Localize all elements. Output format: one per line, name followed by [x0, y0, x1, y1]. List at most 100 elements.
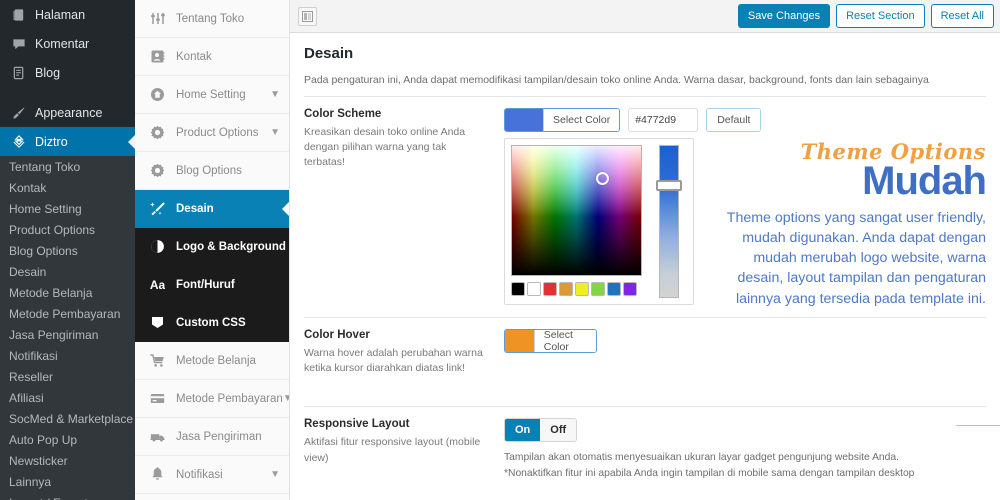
- theme-menu-item-kontak[interactable]: Kontak: [135, 38, 289, 76]
- field-title: Color Scheme: [304, 108, 382, 120]
- field-color-hover: Color Hover Warna hover adalah perubahan…: [290, 318, 1000, 376]
- main-panel: Save Changes Reset Section Reset All Des…: [290, 0, 1000, 500]
- wp-submenu-item-tentang-toko[interactable]: Tentang Toko: [0, 156, 135, 177]
- wp-menu-item-halaman[interactable]: Halaman: [0, 0, 135, 29]
- iris-color-picker[interactable]: [504, 138, 694, 305]
- wp-submenu-item-blog-options[interactable]: Blog Options: [0, 240, 135, 261]
- palette-swatch[interactable]: [607, 282, 621, 296]
- theme-menu-item-product-options[interactable]: Product Options ▼: [135, 114, 289, 152]
- theme-menu-item-notifikasi[interactable]: Notifikasi ▼: [135, 456, 289, 494]
- wp-submenu-item-desain[interactable]: Desain: [0, 261, 135, 282]
- chevron-down-icon[interactable]: ▼: [270, 469, 280, 480]
- wp-menu-item-diztro[interactable]: Diztro: [0, 127, 135, 156]
- wp-submenu-item-auto-pop-up[interactable]: Auto Pop Up: [0, 429, 135, 450]
- truck-icon: [146, 429, 168, 444]
- wp-submenu-item-label: Lainnya: [9, 474, 52, 489]
- wp-submenu-item-import-export[interactable]: Import / Export: [0, 492, 135, 500]
- iris-saturation-square[interactable]: [511, 145, 642, 276]
- theme-menu-item-label: Metode Belanja: [176, 354, 256, 367]
- palette-swatch[interactable]: [575, 282, 589, 296]
- color-scheme-picker-button[interactable]: Select Color: [504, 108, 621, 132]
- reset-section-button[interactable]: Reset Section: [836, 3, 925, 29]
- wp-submenu-item-label: Import / Export: [9, 496, 88, 500]
- palette-swatch[interactable]: [591, 282, 605, 296]
- wp-submenu-item-jasa-pengiriman[interactable]: Jasa Pengiriman: [0, 324, 135, 345]
- color-scheme-default-button[interactable]: Default: [706, 108, 762, 132]
- layout-grid-icon[interactable]: [298, 6, 317, 26]
- theme-menu-item-label: Kontak: [176, 50, 212, 63]
- color-scheme-hex-input[interactable]: [628, 108, 699, 132]
- chevron-down-icon[interactable]: ▼: [270, 127, 280, 138]
- palette-swatch[interactable]: [623, 282, 637, 296]
- theme-menu-item-font-huruf[interactable]: Aa Font/Huruf: [135, 266, 289, 304]
- toggle-option-on[interactable]: On: [505, 419, 541, 442]
- palette-swatch[interactable]: [527, 282, 541, 296]
- color-hover-picker-button[interactable]: Select Color: [504, 329, 597, 353]
- theme-menu-item-blog-options[interactable]: Blog Options: [135, 152, 289, 190]
- wp-submenu-item-notifikasi[interactable]: Notifikasi: [0, 345, 135, 366]
- chevron-down-icon[interactable]: ▼: [283, 393, 289, 404]
- svg-text:CSS: CSS: [152, 320, 161, 325]
- chevron-down-icon[interactable]: ▼: [270, 89, 280, 100]
- wp-submenu-item-product-options[interactable]: Product Options: [0, 219, 135, 240]
- wp-submenu-item-kontak[interactable]: Kontak: [0, 177, 135, 198]
- theme-menu-item-label: Home Setting: [176, 88, 246, 101]
- iris-cursor-handle[interactable]: [596, 172, 609, 185]
- promo-accent-line-horizontal: [956, 425, 1000, 426]
- page-title: Desain: [304, 45, 354, 62]
- wp-submenu-item-metode-pembayaran[interactable]: Metode Pembayaran: [0, 303, 135, 324]
- theme-menu-item-metode-pembayaran[interactable]: Metode Pembayaran▼: [135, 380, 289, 418]
- gear-icon: [146, 163, 168, 178]
- palette-swatch[interactable]: [543, 282, 557, 296]
- save-changes-button[interactable]: Save Changes: [737, 3, 831, 29]
- iris-strip-wrap: [642, 145, 687, 298]
- wp-submenu-item-socmed-marketplace[interactable]: SocMed & Marketplace: [0, 408, 135, 429]
- theme-menu-item-custom-css[interactable]: CSS Custom CSS: [135, 304, 289, 342]
- sliders-icon: [146, 11, 168, 26]
- wp-submenu-item-label: Reseller: [9, 369, 54, 384]
- field-color-scheme-label: Color Scheme Kreasikan desain toko onlin…: [304, 108, 504, 305]
- theme-menu-item-metode-belanja[interactable]: Metode Belanja: [135, 342, 289, 380]
- wordpress-admin-sidebar: Halaman Komentar Blog Appearance Diztro Tent…: [0, 0, 135, 500]
- wp-menu-item-label: Blog: [35, 65, 61, 80]
- wp-submenu-item-label: Tentang Toko: [9, 159, 81, 174]
- theme-menu-item-label: Jasa Pengiriman: [176, 430, 262, 443]
- theme-menu-item-home-setting[interactable]: Home Setting ▼: [135, 76, 289, 114]
- theme-menu-item-label: Metode Pembayaran: [176, 392, 283, 405]
- palette-swatch[interactable]: [511, 282, 525, 296]
- theme-menu-item-label: Custom CSS: [176, 316, 246, 329]
- field-responsive-layout: Responsive Layout Aktifasi fitur respons…: [290, 407, 1000, 481]
- responsive-layout-toggle[interactable]: On Off: [504, 418, 578, 443]
- svg-text:Aa: Aa: [150, 278, 165, 292]
- theme-menu-item-label: Blog Options: [176, 164, 242, 177]
- contact-card-icon: [146, 49, 168, 64]
- wp-submenu-item-reseller[interactable]: Reseller: [0, 366, 135, 387]
- theme-menu-item-logo-background[interactable]: Logo & Background: [135, 228, 289, 266]
- theme-menu-item-reseller[interactable]: Reseller: [135, 494, 289, 500]
- wp-submenu-item-lainnya[interactable]: Lainnya: [0, 471, 135, 492]
- wp-menu-item-blog[interactable]: Blog: [0, 58, 135, 87]
- theme-menu-item-desain[interactable]: Desain: [135, 190, 289, 228]
- toggle-option-off[interactable]: Off: [540, 419, 577, 442]
- field-responsive-layout-label: Responsive Layout Aktifasi fitur respons…: [304, 418, 504, 481]
- wp-submenu-item-afiliasi[interactable]: Afiliasi: [0, 387, 135, 408]
- wp-menu-list: Halaman Komentar Blog Appearance Diztro: [0, 0, 135, 156]
- promo-headline: Mudah: [862, 159, 987, 203]
- wp-submenu-list: Tentang Toko Kontak Home Setting Product Op…: [0, 156, 135, 500]
- wp-menu-item-komentar[interactable]: Komentar: [0, 29, 135, 58]
- reset-all-button[interactable]: Reset All: [930, 3, 994, 29]
- palette-swatch[interactable]: [559, 282, 573, 296]
- iris-brightness-slider[interactable]: [655, 145, 682, 298]
- wp-submenu-item-label: Newsticker: [9, 453, 68, 468]
- theme-menu-item-jasa-pengiriman[interactable]: Jasa Pengiriman: [135, 418, 289, 456]
- promo-block: Theme Options Mudah Theme options yang s…: [724, 141, 987, 309]
- wp-submenu-item-label: Kontak: [9, 180, 47, 195]
- color-scheme-row: Select Color Default: [504, 108, 986, 132]
- wp-submenu-item-newsticker[interactable]: Newsticker: [0, 450, 135, 471]
- gear-icon: [146, 125, 168, 140]
- theme-menu-item-tentang-toko[interactable]: Tentang Toko: [135, 0, 289, 38]
- wp-submenu-item-metode-belanja[interactable]: Metode Belanja: [0, 282, 135, 303]
- wp-menu-item-appearance[interactable]: Appearance: [0, 98, 135, 127]
- wp-submenu-item-home-setting[interactable]: Home Setting: [0, 198, 135, 219]
- iris-slider-handle[interactable]: [655, 180, 682, 191]
